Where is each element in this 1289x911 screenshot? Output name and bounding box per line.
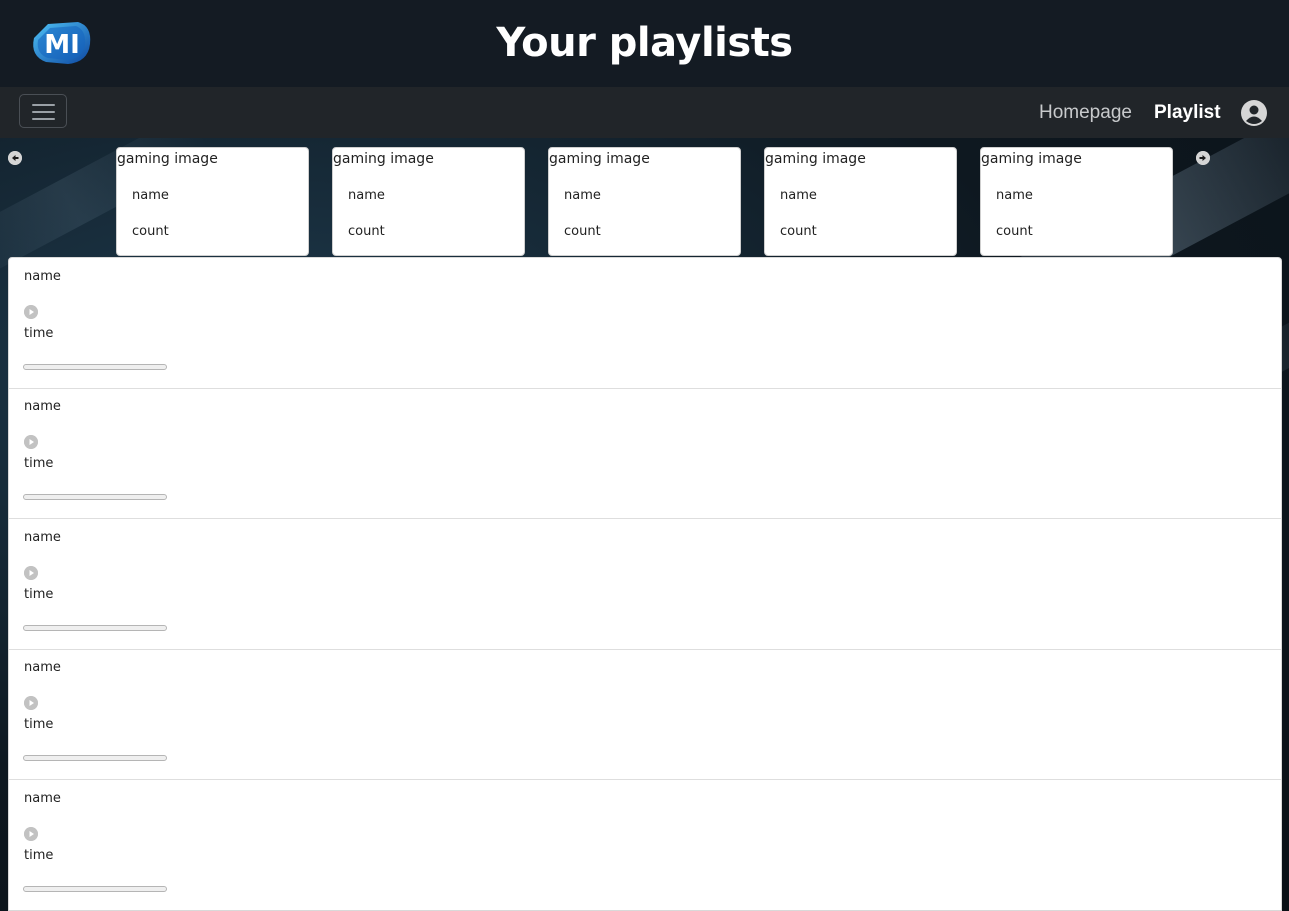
track-progress-bar[interactable] xyxy=(23,755,167,761)
track-name: name xyxy=(24,530,61,545)
nav-link-homepage[interactable]: Homepage xyxy=(1039,87,1132,138)
hamburger-menu-button[interactable] xyxy=(19,94,67,128)
hamburger-icon-bar xyxy=(32,118,55,120)
track-time: time xyxy=(24,456,54,471)
gaming-image: gaming image xyxy=(765,151,866,167)
track-progress-bar[interactable] xyxy=(23,364,167,370)
track-name: name xyxy=(24,399,61,414)
playlist-card[interactable]: gaming image name count xyxy=(116,147,309,256)
gaming-image: gaming image xyxy=(333,151,434,167)
track-row: name time xyxy=(9,258,1281,389)
playlist-card-count: count xyxy=(564,224,601,239)
gaming-image: gaming image xyxy=(117,151,218,167)
track-time: time xyxy=(24,717,54,732)
navbar: Homepage Playlist xyxy=(0,87,1289,138)
playlist-card-name: name xyxy=(996,188,1033,203)
user-circle-icon[interactable] xyxy=(1241,100,1267,126)
hamburger-icon-bar xyxy=(32,111,55,113)
playlist-card-name: name xyxy=(780,188,817,203)
nav-link-playlist[interactable]: Playlist xyxy=(1154,87,1221,138)
play-icon[interactable] xyxy=(24,696,38,710)
gaming-image: gaming image xyxy=(549,151,650,167)
playlist-card[interactable]: gaming image name count xyxy=(764,147,957,256)
play-icon[interactable] xyxy=(24,827,38,841)
track-progress-bar[interactable] xyxy=(23,886,167,892)
gaming-image: gaming image xyxy=(981,151,1082,167)
track-row: name time xyxy=(9,388,1281,519)
play-icon[interactable] xyxy=(24,566,38,580)
track-progress-bar[interactable] xyxy=(23,625,167,631)
track-name: name xyxy=(24,791,61,806)
top-header: MI Your playlists xyxy=(0,0,1289,87)
track-name: name xyxy=(24,269,61,284)
playlist-card-name: name xyxy=(564,188,601,203)
playlist-card-count: count xyxy=(132,224,169,239)
playlist-card-count: count xyxy=(780,224,817,239)
page-title: Your playlists xyxy=(496,20,793,66)
track-name: name xyxy=(24,660,61,675)
playlist-card[interactable]: gaming image name count xyxy=(980,147,1173,256)
play-icon[interactable] xyxy=(24,435,38,449)
arrow-left-icon[interactable] xyxy=(8,151,22,165)
track-progress-bar[interactable] xyxy=(23,494,167,500)
track-row: name time xyxy=(9,780,1281,911)
play-icon[interactable] xyxy=(24,305,38,319)
track-time: time xyxy=(24,848,54,863)
track-row: name time xyxy=(9,519,1281,650)
track-list: name time name time name time name time … xyxy=(8,257,1282,911)
playlist-card-name: name xyxy=(348,188,385,203)
track-time: time xyxy=(24,326,54,341)
track-time: time xyxy=(24,587,54,602)
playlist-card[interactable]: gaming image name count xyxy=(332,147,525,256)
playlist-card[interactable]: gaming image name count xyxy=(548,147,741,256)
playlist-card-name: name xyxy=(132,188,169,203)
arrow-right-icon[interactable] xyxy=(1196,151,1210,165)
playlist-card-count: count xyxy=(348,224,385,239)
playlist-card-count: count xyxy=(996,224,1033,239)
track-row: name time xyxy=(9,649,1281,780)
hamburger-icon xyxy=(32,104,55,106)
